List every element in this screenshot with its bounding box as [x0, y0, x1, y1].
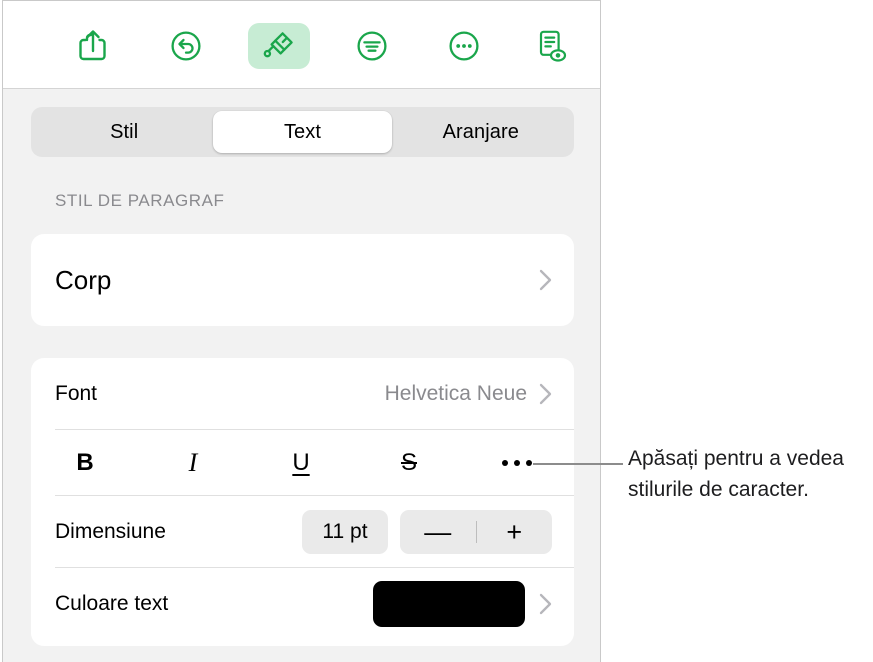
tab-aranjare[interactable]: Aranjare	[392, 111, 570, 153]
format-panel: Stil Text Aranjare STIL DE PARAGRAF Corp…	[2, 0, 601, 662]
text-color-swatch[interactable]	[373, 581, 525, 627]
callout-leader-line	[533, 463, 623, 465]
chevron-right-icon	[539, 593, 552, 615]
size-label: Dimensiune	[55, 520, 166, 543]
ellipsis-icon	[502, 460, 532, 466]
size-row: Dimensiune 11 pt — +	[31, 496, 574, 568]
text-options-card: Font Helvetica Neue B I U S Dimensiune 1…	[31, 358, 574, 646]
strikethrough-button[interactable]: S	[370, 430, 448, 496]
chevron-right-icon	[539, 383, 552, 405]
paragraph-style-card: Corp	[31, 234, 574, 326]
underline-button[interactable]: U	[262, 430, 340, 496]
screenshot-root: Stil Text Aranjare STIL DE PARAGRAF Corp…	[0, 0, 873, 662]
tab-stil[interactable]: Stil	[35, 111, 213, 153]
undo-icon	[170, 30, 202, 62]
paragraph-style-row[interactable]: Corp	[31, 234, 574, 326]
size-decrease-button[interactable]: —	[400, 510, 476, 554]
paragraph-style-value: Corp	[55, 264, 112, 295]
share-icon	[78, 29, 108, 63]
paragraph-style-header: STIL DE PARAGRAF	[55, 191, 225, 210]
insert-button[interactable]	[341, 23, 403, 69]
size-increase-button[interactable]: +	[477, 510, 553, 554]
font-row[interactable]: Font Helvetica Neue	[31, 358, 574, 430]
top-toolbar	[3, 1, 600, 89]
callout-text: Apăsați pentru a vedea stilurile de cara…	[628, 447, 844, 501]
tab-text[interactable]: Text	[213, 111, 392, 153]
more-button[interactable]	[433, 23, 495, 69]
text-color-label: Culoare text	[55, 592, 169, 615]
font-value: Helvetica Neue	[384, 382, 527, 405]
format-tabs: Stil Text Aranjare	[31, 107, 574, 157]
document-view-button[interactable]	[520, 23, 582, 69]
document-view-icon	[535, 29, 567, 63]
paintbrush-icon	[262, 29, 296, 63]
insert-icon	[356, 30, 388, 62]
bold-button[interactable]: B	[46, 430, 124, 496]
share-button[interactable]	[62, 23, 124, 69]
italic-button[interactable]: I	[154, 430, 232, 496]
chevron-right-icon	[539, 269, 552, 291]
text-color-row[interactable]: Culoare text	[31, 568, 574, 640]
font-label: Font	[55, 382, 98, 405]
character-style-row: B I U S	[31, 430, 574, 496]
undo-button[interactable]	[155, 23, 217, 69]
format-button[interactable]	[248, 23, 310, 69]
size-value-field[interactable]: 11 pt	[302, 510, 388, 554]
more-icon	[448, 30, 480, 62]
size-stepper: — +	[400, 510, 552, 554]
